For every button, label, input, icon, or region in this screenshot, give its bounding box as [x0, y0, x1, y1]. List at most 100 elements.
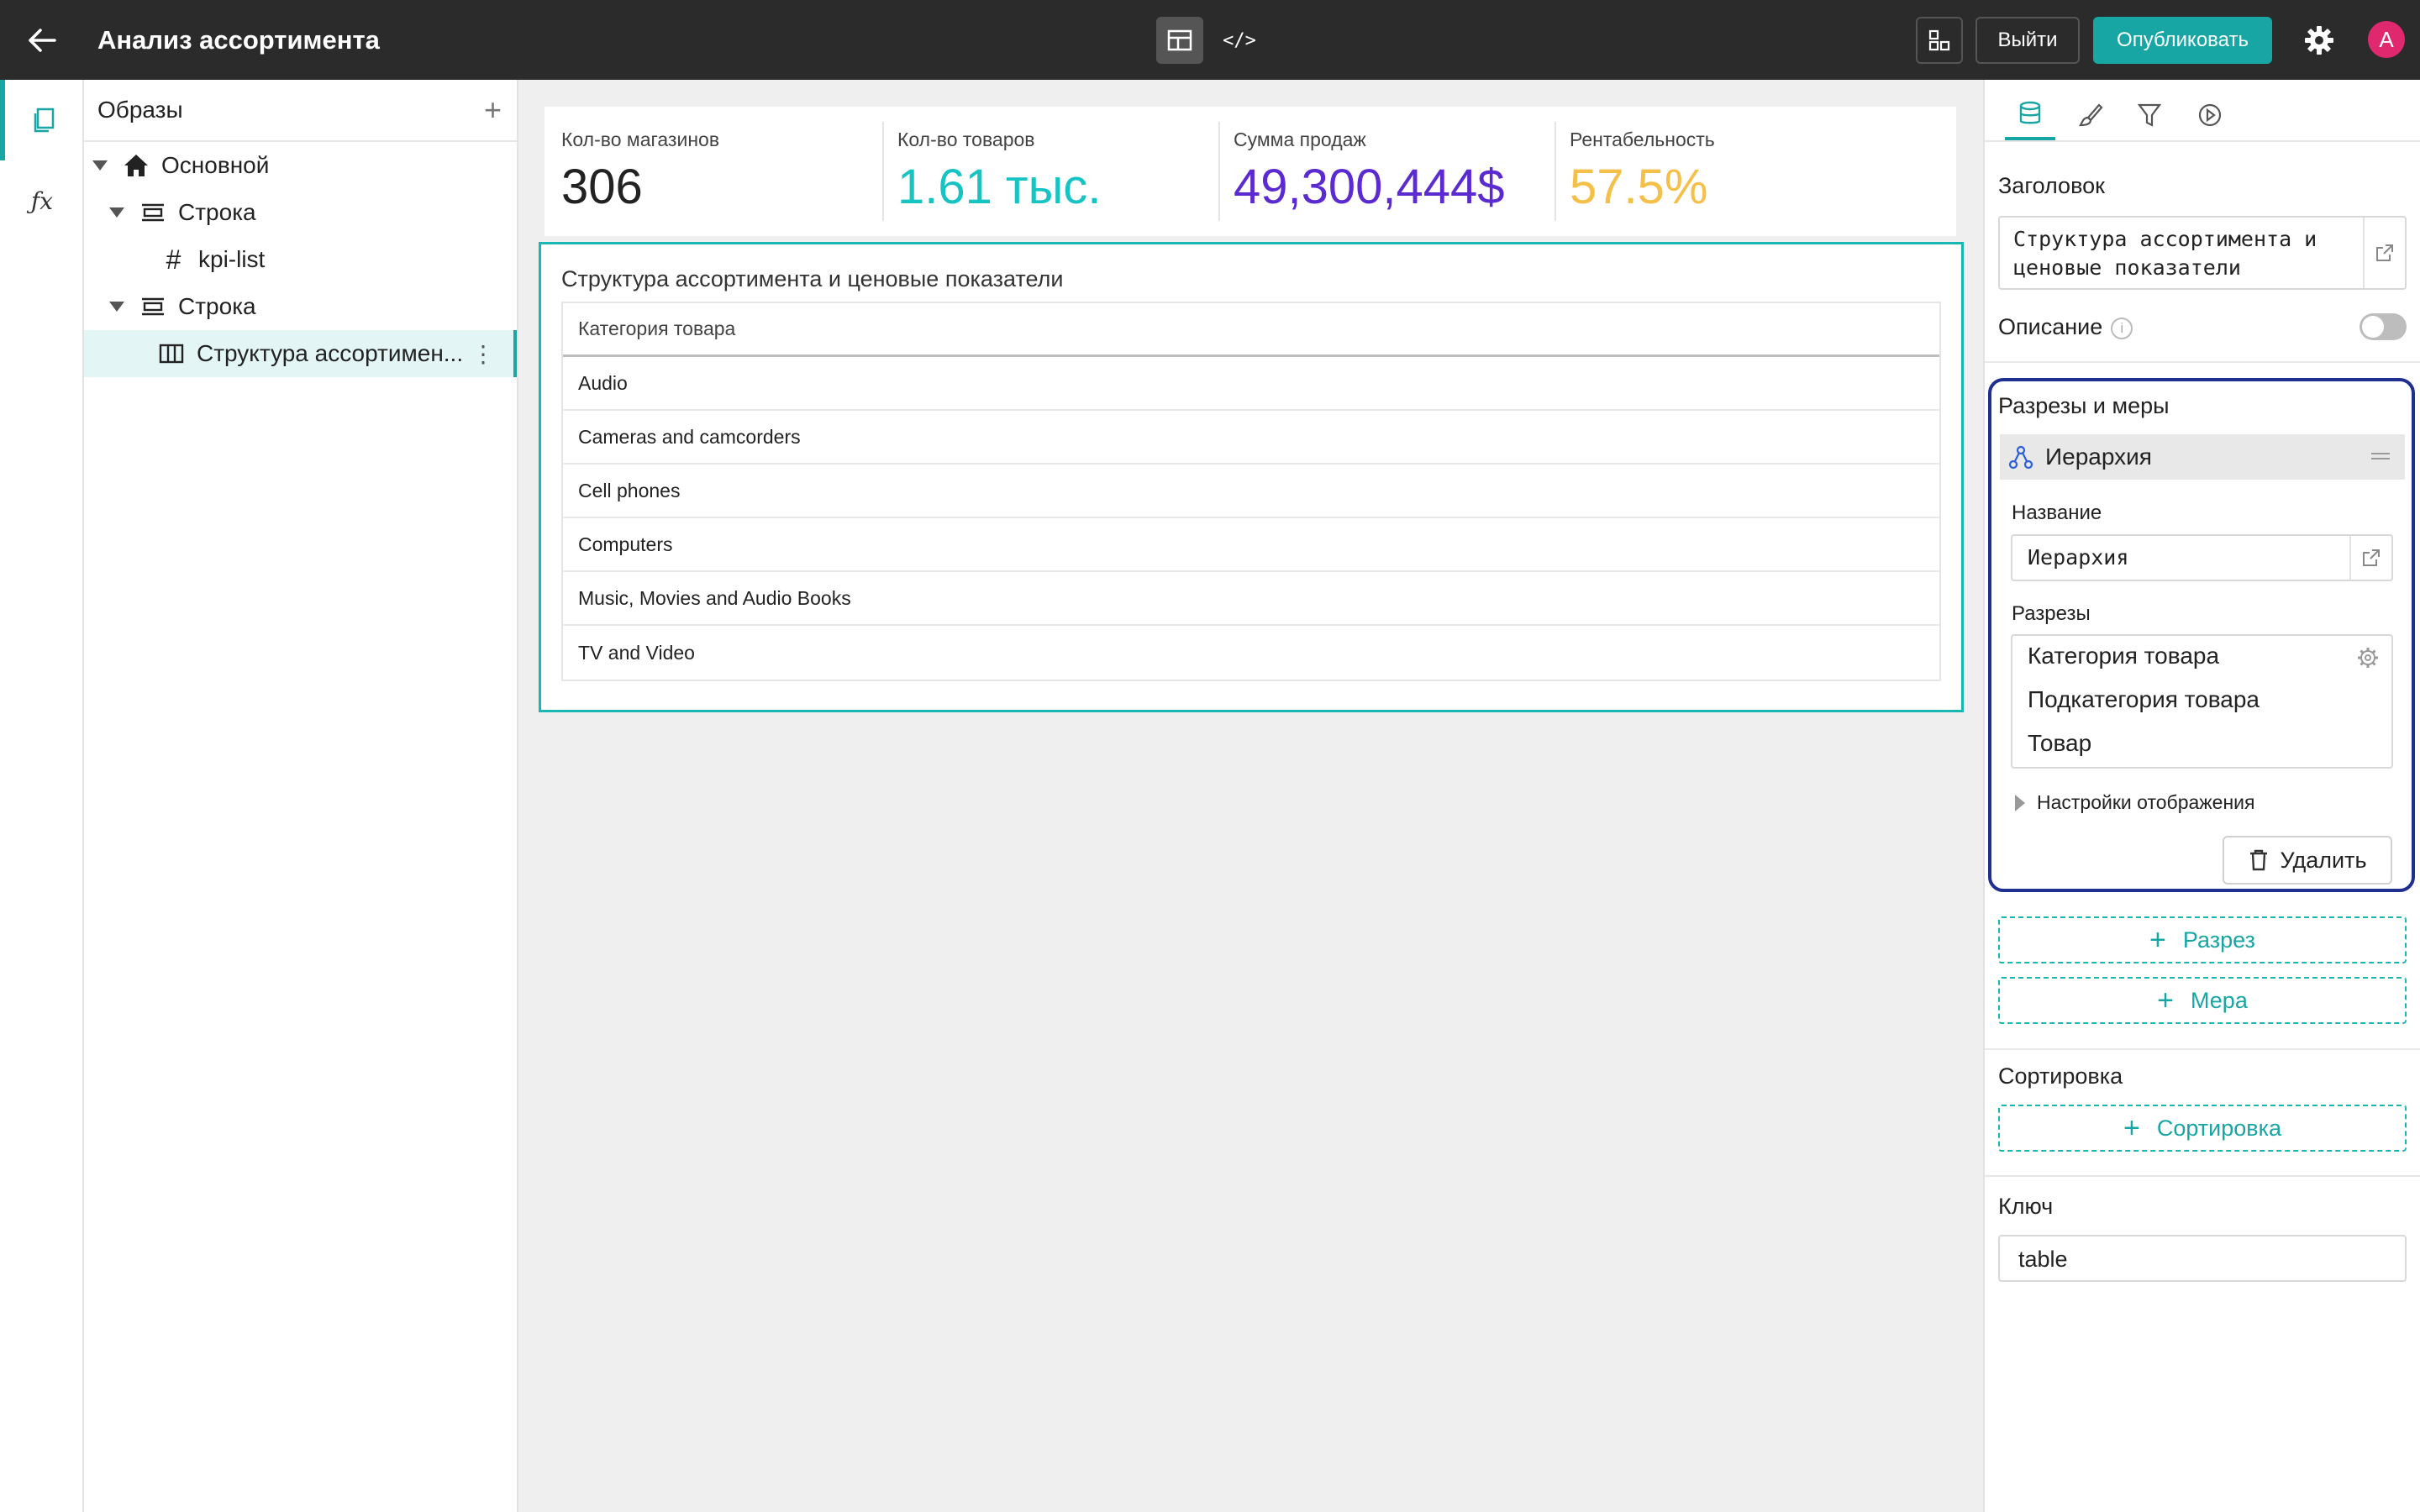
display-settings-expander[interactable]: Настройки отображения — [2015, 791, 2254, 814]
kpi-value: 57.5% — [1570, 160, 1708, 214]
hierarchy-name-input[interactable]: Иерархия — [2011, 534, 2393, 581]
settings-gear-icon[interactable] — [2301, 22, 2338, 59]
toggle-knob — [2362, 316, 2384, 338]
add-image-plus-icon[interactable]: + — [484, 95, 502, 125]
kpi-products: Кол-во товаров 1.61 тыс. — [881, 107, 1215, 236]
home-icon — [121, 150, 151, 181]
section-divider — [1985, 1175, 2420, 1177]
table-row[interactable]: Cameras and camcorders — [563, 411, 1939, 465]
row-icon — [138, 197, 168, 228]
tree-node-label: Строка — [178, 293, 256, 319]
hierarchy-name-value: Иерархия — [2028, 545, 2129, 570]
tab-style[interactable] — [2065, 90, 2116, 140]
cut-item[interactable]: Подкатегория товара — [2028, 686, 2260, 713]
tree-node-row-2[interactable]: Строка — [84, 283, 517, 330]
tab-data[interactable] — [2005, 90, 2055, 140]
key-input[interactable]: table — [1998, 1235, 2407, 1282]
table-header-cell[interactable]: Категория товара — [563, 303, 1939, 357]
cuts-list[interactable]: Категория товара Подкатегория товара Тов… — [2011, 634, 2393, 769]
name-label: Название — [2012, 501, 2102, 524]
open-editor-icon[interactable] — [2349, 536, 2391, 580]
cut-item[interactable]: Категория товара — [2028, 643, 2219, 669]
assortment-table-card[interactable]: Структура ассортимента и ценовые показат… — [539, 242, 1964, 712]
data-table: Категория товара Audio Cameras and camco… — [561, 302, 1941, 681]
kpi-label: Сумма продаж — [1234, 129, 1366, 150]
publish-button[interactable]: Опубликовать — [2093, 17, 2272, 64]
caret-down-icon[interactable] — [109, 207, 124, 218]
more-vertical-icon[interactable]: ⋮ — [471, 340, 495, 368]
drag-handle-icon[interactable] — [2370, 446, 2391, 466]
tree-node-row-1[interactable]: Строка — [84, 189, 517, 236]
structure-toggle-button[interactable] — [1916, 17, 1963, 64]
kpi-list-card[interactable]: Кол-во магазинов 306 Кол-во товаров 1.61… — [544, 107, 1956, 236]
table-title: Структура ассортимента и ценовые показат… — [561, 266, 1064, 291]
tree-node-table[interactable]: Структура ассортимен... ⋮ — [84, 330, 517, 377]
tree-header: Образы + — [84, 80, 517, 142]
tab-filter[interactable] — [2124, 90, 2175, 140]
description-label: Описание i — [1998, 314, 2133, 340]
tab-actions[interactable] — [2185, 90, 2235, 140]
hierarchy-icon — [2008, 444, 2033, 470]
code-mode-button[interactable]: </> — [1216, 17, 1263, 64]
kpi-value: 1.61 тыс. — [897, 160, 1102, 214]
section-divider — [1985, 1048, 2420, 1050]
left-rail: ƒx — [0, 80, 84, 1512]
pages-icon — [34, 108, 55, 133]
table-row[interactable]: Cell phones — [563, 465, 1939, 518]
kpi-value: 49,300,444$ — [1234, 160, 1505, 214]
cut-settings-gear-icon[interactable] — [2356, 646, 2380, 669]
tree-panel: Образы + Основной Строка # kpi-list Стро… — [84, 80, 518, 1512]
caret-down-icon[interactable] — [92, 160, 108, 171]
heading-input-line-1: Структура ассортимента и — [2013, 227, 2317, 251]
brush-icon — [2078, 103, 2103, 127]
add-sort-label: Сортировка — [2156, 1115, 2282, 1141]
row-icon — [138, 291, 168, 322]
table-row[interactable]: TV and Video — [563, 626, 1939, 680]
tree-node-main[interactable]: Основной — [84, 142, 517, 189]
function-icon: ƒx — [30, 186, 54, 215]
kpi-label: Кол-во магазинов — [561, 129, 720, 150]
key-value: table — [2018, 1247, 2068, 1272]
open-editor-icon[interactable] — [2363, 218, 2405, 288]
heading-label: Заголовок — [1998, 173, 2105, 198]
caret-down-icon[interactable] — [109, 302, 124, 312]
trash-icon — [2250, 849, 2268, 871]
cuts-measures-label: Разрезы и меры — [1998, 393, 2170, 418]
top-bar: Анализ ассортимента </> Выйти Опубликова… — [0, 0, 2420, 80]
description-toggle[interactable] — [2360, 313, 2407, 340]
cut-item[interactable]: Товар — [2028, 730, 2091, 757]
rail-formulas-button[interactable]: ƒx — [0, 160, 84, 241]
page-title: Анализ ассортимента — [97, 25, 380, 55]
hierarchy-item[interactable]: Иерархия — [2000, 434, 2405, 480]
tree-node-kpi-list[interactable]: # kpi-list — [84, 236, 517, 283]
layout-icon — [1167, 29, 1192, 51]
tree-title: Образы — [97, 97, 183, 123]
play-circle-icon — [2198, 103, 2222, 127]
add-cut-button[interactable]: + Разрез — [1998, 916, 2407, 963]
user-avatar[interactable]: A — [2368, 21, 2405, 58]
add-measure-label: Мера — [2191, 987, 2248, 1013]
tree-node-label: Основной — [161, 152, 270, 178]
tree-node-label: Строка — [178, 199, 256, 225]
filter-icon — [2138, 103, 2161, 127]
add-measure-button[interactable]: + Мера — [1998, 977, 2407, 1024]
exit-button[interactable]: Выйти — [1975, 17, 2080, 64]
kpi-label: Кол-во товаров — [897, 129, 1035, 150]
database-icon — [2019, 101, 2041, 124]
heading-input[interactable]: Структура ассортимента и ценовые показат… — [1998, 216, 2407, 290]
plus-icon: + — [2123, 1111, 2140, 1144]
add-sort-button[interactable]: + Сортировка — [1998, 1105, 2407, 1152]
hierarchy-label: Иерархия — [2045, 444, 2152, 470]
key-label: Ключ — [1998, 1194, 2054, 1219]
table-row[interactable]: Computers — [563, 518, 1939, 572]
description-text: Описание — [1998, 314, 2103, 339]
table-row[interactable]: Audio — [563, 357, 1939, 411]
delete-button[interactable]: Удалить — [2223, 836, 2392, 885]
table-columns-icon — [156, 339, 187, 369]
hash-icon: # — [166, 244, 181, 275]
table-row[interactable]: Music, Movies and Audio Books — [563, 572, 1939, 626]
layout-mode-button[interactable] — [1156, 17, 1203, 64]
back-arrow-icon[interactable] — [24, 22, 60, 59]
rail-pages-button[interactable] — [0, 80, 84, 160]
kpi-profitability: Рентабельность 57.5% — [1553, 107, 1889, 236]
